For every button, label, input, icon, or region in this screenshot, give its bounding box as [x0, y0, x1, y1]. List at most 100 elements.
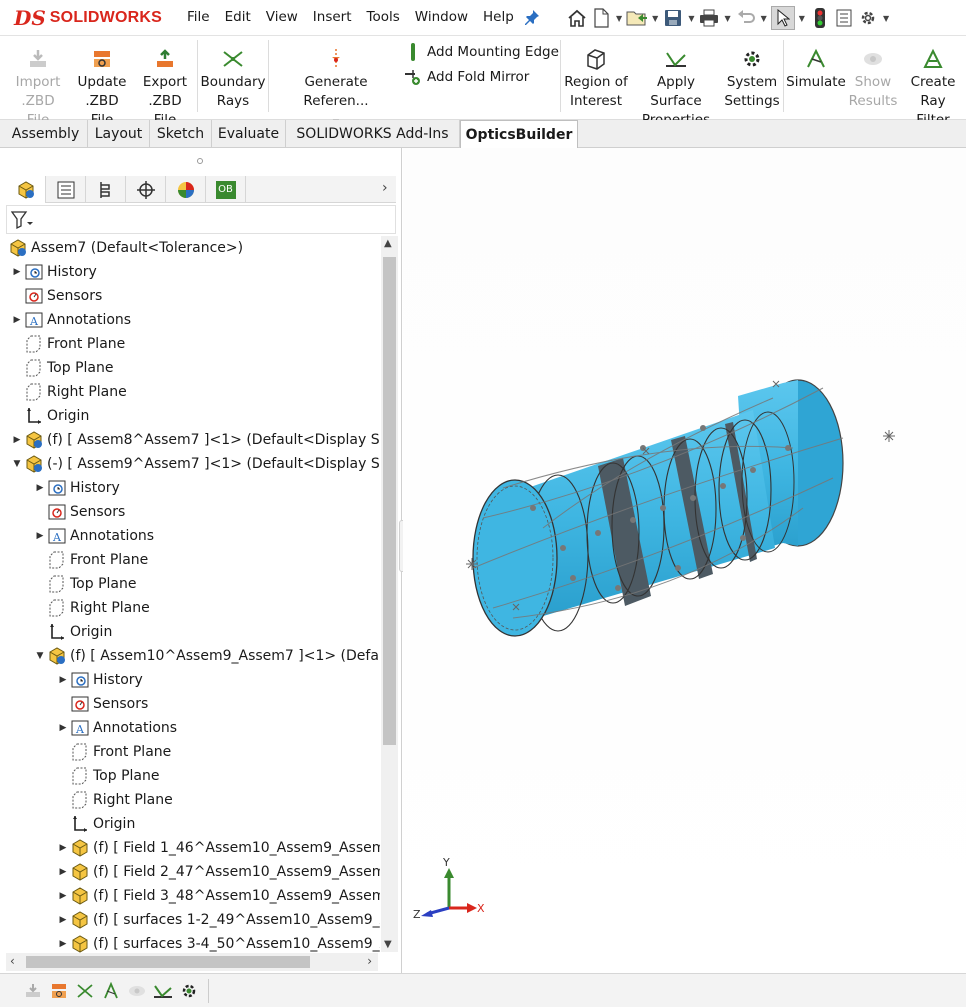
- undo-icon[interactable]: [735, 7, 757, 29]
- boundary-rays-button[interactable]: Boundary Rays: [201, 48, 266, 111]
- filter-icon[interactable]: [10, 210, 33, 234]
- create-ray-filter-button[interactable]: Create Ray Filter: [902, 48, 964, 130]
- chevron-right-icon[interactable]: ›: [382, 180, 388, 196]
- dimxpert-manager-tab[interactable]: [126, 176, 166, 203]
- tree-item[interactable]: ▶ (f) [ surfaces 1-2_49^Assem10_Assem9_As…: [56, 908, 380, 932]
- menu-tools[interactable]: Tools: [367, 9, 400, 25]
- tree-item[interactable]: Assem7 (Default<Tolerance>): [8, 236, 243, 260]
- chevron-down-icon[interactable]: ▼: [761, 14, 767, 23]
- tree-item[interactable]: Front Plane: [56, 740, 171, 764]
- menu-view[interactable]: View: [266, 9, 298, 25]
- tree-item[interactable]: Right Plane: [10, 380, 127, 404]
- import-icon[interactable]: [22, 980, 44, 1002]
- configuration-manager-tab[interactable]: [86, 176, 126, 203]
- tree-item[interactable]: Front Plane: [10, 332, 125, 356]
- tree-item[interactable]: Top Plane: [10, 356, 113, 380]
- chevron-down-icon[interactable]: ▼: [10, 459, 24, 469]
- tab-opticsbuilder[interactable]: OpticsBuilder: [460, 120, 578, 148]
- new-document-icon[interactable]: [590, 7, 612, 29]
- chevron-down-icon[interactable]: ▼: [724, 14, 730, 23]
- tree-item[interactable]: Top Plane: [56, 764, 159, 788]
- system-settings-button[interactable]: System Settings: [724, 48, 780, 111]
- import-zbd-button[interactable]: Import .ZBD File: [10, 48, 66, 130]
- tree-item[interactable]: Right Plane: [33, 596, 150, 620]
- add-mounting-edge-button[interactable]: Add Mounting Edge: [403, 42, 559, 62]
- chevron-right-icon[interactable]: ▶: [10, 315, 24, 325]
- property-manager-tab[interactable]: [46, 176, 86, 203]
- tree-item[interactable]: ▶ (f) [ Field 3_48^Assem10_Assem9_Assem7: [56, 884, 380, 908]
- chevron-right-icon[interactable]: ▶: [33, 531, 47, 541]
- simulate-icon[interactable]: [100, 980, 122, 1002]
- tree-item[interactable]: Front Plane: [33, 548, 148, 572]
- tab-sketch[interactable]: Sketch: [150, 120, 212, 148]
- chevron-right-icon[interactable]: ▶: [56, 939, 70, 949]
- chevron-right-icon[interactable]: ▶: [56, 867, 70, 877]
- tab-assembly[interactable]: Assembly: [4, 120, 88, 148]
- chevron-right-icon[interactable]: ▶: [10, 435, 24, 445]
- tree-item[interactable]: Sensors: [56, 692, 148, 716]
- tree-item[interactable]: Origin: [56, 812, 135, 836]
- menu-window[interactable]: Window: [415, 9, 468, 25]
- pin-icon[interactable]: [524, 9, 540, 29]
- chevron-right-icon[interactable]: ▶: [33, 483, 47, 493]
- tab-evaluate[interactable]: Evaluate: [212, 120, 286, 148]
- tree-vertical-scrollbar[interactable]: ▲ ▼: [381, 236, 398, 952]
- chevron-right-icon[interactable]: ▶: [56, 915, 70, 925]
- tree-item[interactable]: ▶ History: [33, 476, 120, 500]
- tree-item[interactable]: ▶ A Annotations: [10, 308, 132, 332]
- tree-item[interactable]: ▶ (f) [ Field 2_47^Assem10_Assem9_Assem7: [56, 860, 380, 884]
- graphics-viewport[interactable]: Y X Z: [403, 148, 966, 973]
- tree-item[interactable]: ▶ (f) [ Assem8^Assem7 ]<1> (Default<Displ…: [10, 428, 380, 452]
- chevron-right-icon[interactable]: ▶: [56, 843, 70, 853]
- surface-properties-icon[interactable]: [152, 980, 174, 1002]
- tree-item[interactable]: Origin: [33, 620, 112, 644]
- tree-item[interactable]: ▶ A Annotations: [56, 716, 178, 740]
- save-icon[interactable]: [662, 7, 684, 29]
- menu-edit[interactable]: Edit: [225, 9, 251, 25]
- tree-item[interactable]: ▶ History: [56, 668, 143, 692]
- tree-horizontal-scrollbar[interactable]: ‹ ›: [6, 953, 378, 971]
- tab-layout[interactable]: Layout: [88, 120, 150, 148]
- tree-item[interactable]: ▼ (f) [ Assem10^Assem9_Assem7 ]<1> (Defau…: [33, 644, 380, 668]
- print-icon[interactable]: [698, 7, 720, 29]
- menu-insert[interactable]: Insert: [313, 9, 352, 25]
- chevron-down-icon[interactable]: ▼: [652, 14, 658, 23]
- settings-icon[interactable]: [178, 980, 200, 1002]
- tree-item[interactable]: Sensors: [10, 284, 102, 308]
- chevron-right-icon[interactable]: ▶: [56, 891, 70, 901]
- open-folder-icon[interactable]: [626, 7, 648, 29]
- chevron-right-icon[interactable]: ▶: [56, 723, 70, 733]
- tree-item[interactable]: ▶ (f) [ Field 1_46^Assem10_Assem9_Assem7: [56, 836, 380, 860]
- menu-help[interactable]: Help: [483, 9, 514, 25]
- generate-reference-button[interactable]: Generate Referen... ▼: [275, 48, 397, 129]
- tree-item[interactable]: Right Plane: [56, 788, 173, 812]
- panel-grip-icon[interactable]: [197, 158, 203, 164]
- menu-file[interactable]: File: [187, 9, 210, 25]
- tab-solidworks-addins[interactable]: SOLIDWORKS Add-Ins: [286, 120, 460, 148]
- chevron-right-icon[interactable]: ▶: [10, 267, 24, 277]
- view-triad[interactable]: Y X Z: [413, 856, 493, 926]
- show-results-button[interactable]: Show Results: [848, 48, 898, 111]
- feature-manager-tab[interactable]: [6, 176, 46, 203]
- chevron-down-icon[interactable]: ▼: [883, 14, 889, 23]
- chevron-down-icon[interactable]: ▼: [799, 14, 805, 23]
- rebuild-traffic-light-icon[interactable]: [809, 7, 831, 29]
- add-fold-mirror-button[interactable]: Add Fold Mirror: [403, 68, 529, 86]
- gear-icon[interactable]: [857, 7, 879, 29]
- tree-item[interactable]: Origin: [10, 404, 89, 428]
- tree-item[interactable]: ▶ History: [10, 260, 97, 284]
- filter-field[interactable]: [6, 205, 396, 234]
- file-properties-icon[interactable]: [833, 7, 855, 29]
- tree-item[interactable]: Top Plane: [33, 572, 136, 596]
- chevron-down-icon[interactable]: ▼: [688, 14, 694, 23]
- boundary-rays-icon[interactable]: [74, 980, 96, 1002]
- scrollbar-thumb[interactable]: [26, 956, 310, 968]
- apply-surface-properties-button[interactable]: Apply Surface Properties: [632, 48, 720, 130]
- display-manager-tab[interactable]: [166, 176, 206, 203]
- opticsbuilder-tab[interactable]: OB: [206, 176, 246, 203]
- select-cursor-icon[interactable]: [770, 6, 795, 30]
- export-zbd-button[interactable]: Export .ZBD File: [137, 48, 193, 130]
- tree-item[interactable]: ▼ (-) [ Assem9^Assem7 ]<1> (Default<Displ…: [10, 452, 380, 476]
- region-of-interest-button[interactable]: Region of Interest: [564, 48, 628, 111]
- update-zbd-button[interactable]: Update .ZBD File: [74, 48, 130, 130]
